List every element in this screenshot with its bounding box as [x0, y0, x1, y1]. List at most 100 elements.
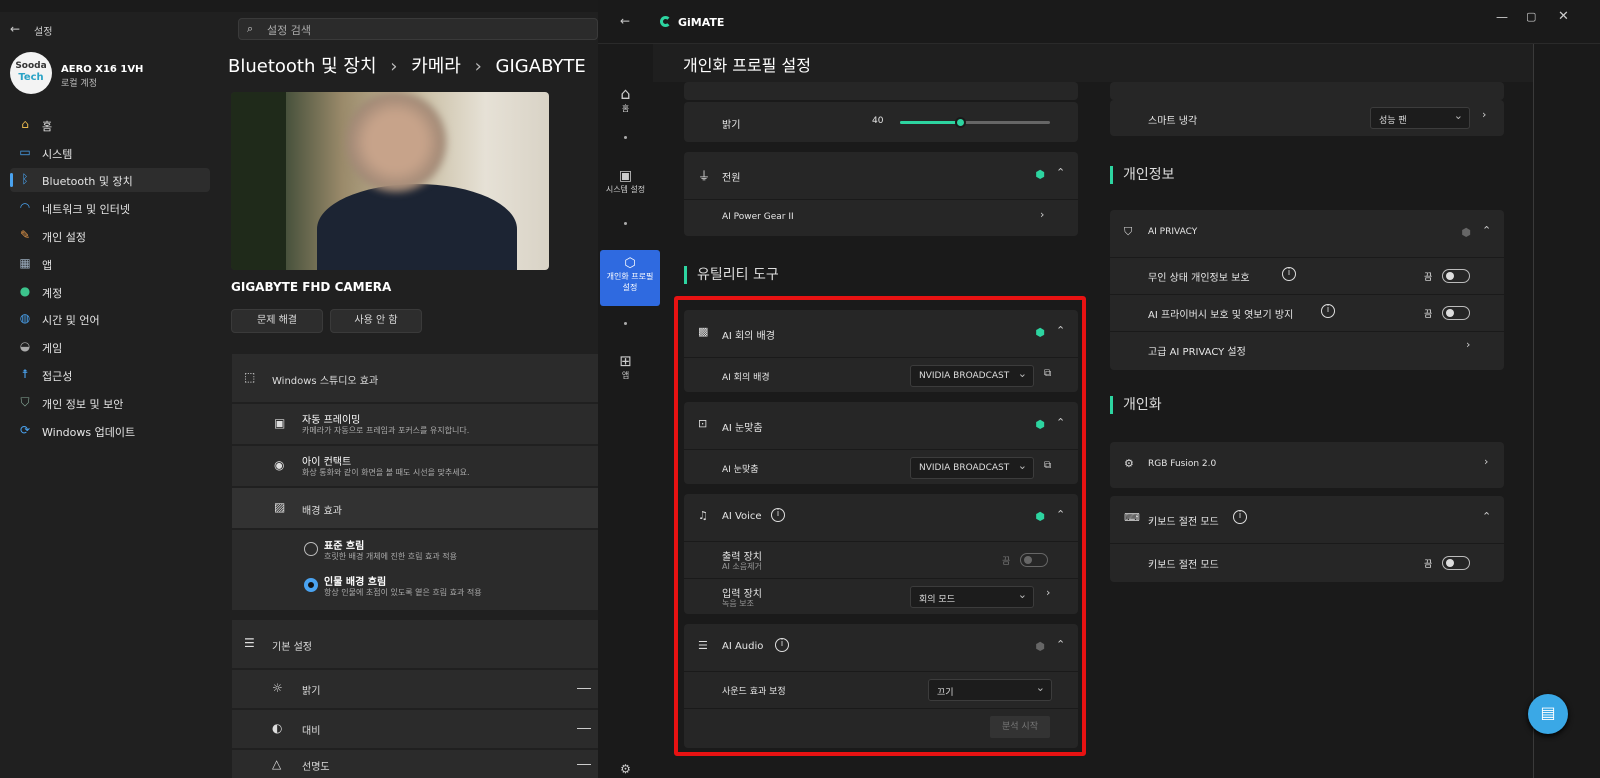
background-effects-options: 표준 흐림 흐릿한 배경 개체에 진한 흐림 효과 적용 인물 배경 흐림 항상… — [232, 530, 600, 610]
nav-home[interactable]: ⌂ 홈 — [10, 113, 210, 137]
input-device-dropdown[interactable]: 회의 모드 — [910, 586, 1034, 608]
disable-button[interactable]: 사용 안 함 — [330, 309, 422, 333]
external-link-icon[interactable]: ⧉ — [1044, 460, 1051, 471]
analyze-start-button[interactable]: 분석 시작 — [990, 716, 1050, 738]
chevron-right-icon[interactable]: › — [1046, 586, 1050, 599]
gimate-nav-apps[interactable]: ⊞ 앱 — [598, 352, 653, 381]
card-top-cut — [684, 82, 1078, 100]
advanced-privacy-label[interactable]: 고급 AI PRIVACY 설정 — [1148, 343, 1246, 358]
collapse-chevron-icon[interactable]: ⌃ — [1056, 324, 1065, 337]
avatar: Sooda Tech — [10, 52, 52, 94]
portrait-blur-radio[interactable] — [304, 578, 318, 592]
keyboard-icon: ⌨ — [1124, 511, 1140, 524]
info-icon[interactable]: i — [771, 508, 785, 522]
close-icon[interactable]: ✕ — [1558, 9, 1569, 24]
ai-eye-dropdown[interactable]: NVIDIA BROADCAST — [910, 457, 1034, 479]
brush-icon: ✎ — [19, 228, 31, 242]
collapse-chevron-icon[interactable]: ⌃ — [1056, 638, 1065, 651]
side-label: 앱 — [621, 371, 630, 380]
nav-accounts[interactable]: ● 계정 — [10, 280, 210, 304]
info-icon[interactable]: i — [1233, 510, 1247, 524]
studio-effects-header[interactable]: ⬚ Windows 스튜디오 효과 — [232, 354, 600, 402]
collapse-chevron-icon[interactable]: ⌃ — [1056, 508, 1065, 521]
nav-gaming[interactable]: ◒ 게임 — [10, 335, 210, 359]
nav-network[interactable]: ◠ 네트워크 및 인터넷 — [10, 196, 210, 220]
info-icon[interactable]: i — [1282, 267, 1296, 281]
collapse-chevron-icon[interactable]: ⌃ — [1482, 510, 1491, 523]
back-icon[interactable]: ← — [10, 22, 20, 36]
sun-icon: ☼ — [272, 681, 283, 695]
ai-peek-toggle[interactable] — [1442, 306, 1470, 320]
keyboard-power-label: 키보드 절전 모드 — [1148, 560, 1219, 571]
smart-cooling-dropdown[interactable]: 성능 팬 — [1370, 107, 1470, 129]
ai-power-gear-label[interactable]: AI Power Gear II — [722, 212, 794, 222]
breadcrumb-item[interactable]: 카메라 — [411, 56, 461, 77]
gamepad-icon: ◒ — [19, 339, 31, 353]
breadcrumb-item[interactable]: Bluetooth 및 장치 — [228, 56, 377, 77]
sound-fx-dropdown[interactable]: 끄기 — [928, 679, 1052, 701]
blurred-face — [346, 92, 446, 192]
nav-bluetooth[interactable]: ᛒ Bluetooth 및 장치 — [10, 168, 210, 192]
avatar-text-2: Tech — [18, 72, 44, 83]
settings-gear-icon[interactable]: ⚙ — [598, 762, 653, 776]
auto-framing-row[interactable]: ▣ 자동 프레이밍 카메라가 자동으로 프레임과 포커스를 유지합니다. — [232, 404, 600, 444]
nav-personalization[interactable]: ✎ 개인 설정 — [10, 224, 210, 248]
nav-privacy[interactable]: ⛉ 개인 정보 및 보안 — [10, 391, 210, 415]
collapse-chevron-icon[interactable]: ⌃ — [1056, 416, 1065, 429]
external-link-icon[interactable]: ⧉ — [1044, 368, 1051, 379]
sharpness-slider[interactable] — [577, 764, 591, 765]
nav-label: 시간 및 언어 — [42, 314, 100, 327]
gimate-nav-home[interactable]: ⌂ 홈 — [598, 84, 653, 114]
sharpness-row: △ 선명도 — [232, 750, 600, 778]
contrast-slider[interactable] — [577, 728, 591, 729]
basic-settings-header[interactable]: ☰ 기본 설정 — [232, 620, 600, 668]
nav-time-language[interactable]: ◍ 시간 및 언어 — [10, 307, 210, 331]
collapse-chevron-icon[interactable]: ⌃ — [1056, 166, 1065, 179]
standard-blur-radio[interactable] — [304, 542, 318, 556]
brightness-slider[interactable] — [900, 117, 1050, 128]
brightness-label: 밝기 — [722, 120, 741, 131]
dropdown-value: 성능 팬 — [1379, 116, 1407, 126]
background-effects-row[interactable]: ▨ 배경 효과 — [232, 488, 600, 528]
nav-windows-update[interactable]: ⟳ Windows 업데이트 — [10, 419, 210, 443]
collapse-chevron-icon[interactable]: ⌃ — [1482, 224, 1491, 237]
brightness-label: 밝기 — [302, 686, 321, 697]
ai-meeting-bg-dropdown[interactable]: NVIDIA BROADCAST — [910, 365, 1034, 387]
gimate-logo-icon — [660, 16, 671, 27]
gimate-nav-profile[interactable]: ⬡ 개인화 프로필 설정 — [600, 250, 660, 306]
camera-name: GIGABYTE FHD CAMERA — [231, 280, 392, 294]
nav-apps[interactable]: ▦ 앱 — [10, 252, 210, 276]
nav-dot — [624, 222, 627, 225]
info-icon[interactable]: i — [1321, 304, 1335, 318]
back-arrow-icon[interactable]: ← — [620, 14, 630, 28]
active-indicator — [10, 173, 13, 187]
gimate-nav-system[interactable]: ▣ 시스템 설정 — [598, 168, 653, 195]
nav-system[interactable]: ▭ 시스템 — [10, 141, 210, 165]
info-icon[interactable]: i — [775, 638, 789, 652]
troubleshoot-button[interactable]: 문제 해결 — [231, 309, 323, 333]
maximize-icon[interactable]: ▢ — [1526, 10, 1536, 23]
shield-badge-icon: ⬢ — [1035, 418, 1045, 431]
personalize-title: 개인화 — [1110, 396, 1162, 414]
divider — [1110, 543, 1504, 544]
chat-bubble-icon[interactable]: ▤ — [1528, 694, 1568, 734]
minimize-icon[interactable]: — — [1496, 10, 1508, 24]
nav-accessibility[interactable]: ☨ 접근성 — [10, 363, 210, 387]
brightness-thumb[interactable] — [955, 117, 966, 128]
output-toggle[interactable] — [1020, 553, 1048, 567]
chevron-right-icon[interactable]: › — [1466, 338, 1470, 351]
brightness-value: 40 — [872, 116, 884, 126]
auto-framing-desc: 카메라가 자동으로 프레임과 포커스를 유지합니다. — [302, 426, 470, 435]
search-input[interactable]: ⌕ 설정 검색 — [238, 18, 598, 40]
chevron-right-icon[interactable]: › — [1482, 108, 1486, 121]
keyboard-power-toggle[interactable] — [1442, 556, 1470, 570]
eye-contact-row[interactable]: ◉ 아이 컨택트 화상 통화와 같이 화면을 볼 때도 시선을 맞추세요. — [232, 446, 600, 486]
ai-eye-title: AI 눈맞춤 — [722, 423, 763, 434]
unattended-toggle[interactable] — [1442, 269, 1470, 283]
chevron-right-icon[interactable]: › — [1040, 208, 1044, 221]
chevron-right-icon[interactable]: › — [1484, 455, 1488, 468]
brightness-slider[interactable] — [577, 688, 591, 689]
ai-audio-title: AI Audio — [722, 641, 764, 652]
divider — [684, 541, 1078, 542]
rgb-fusion-card[interactable]: ⚙ RGB Fusion 2.0 › — [1110, 442, 1504, 488]
